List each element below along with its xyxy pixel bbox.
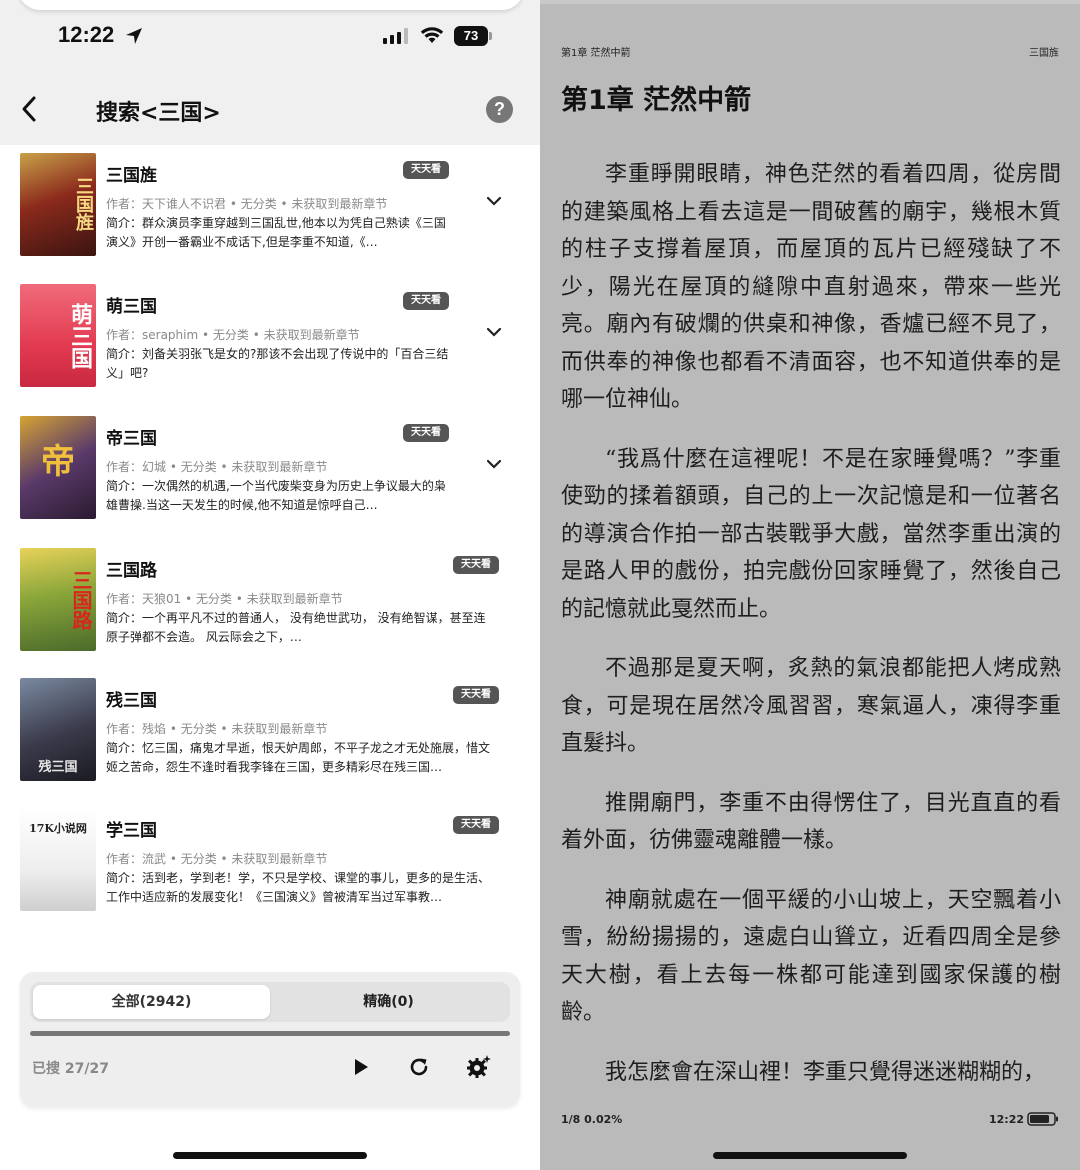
source-badge: 天天看 bbox=[453, 556, 499, 574]
location-arrow-icon bbox=[126, 28, 142, 44]
search-results-list: 三国旌 三国旌 天天看 作者：天下谁人不识君 • 无分类 • 未获取到最新章节 … bbox=[0, 145, 540, 943]
paragraph: 神廟就處在一個平緩的小山坡上，天空飄着小雪，紛紛揚揚的，遠處白山聳立，近看四周全… bbox=[561, 887, 1061, 1026]
chevron-down-icon[interactable] bbox=[485, 195, 503, 207]
book-cover: 帝 bbox=[20, 416, 96, 519]
wifi-icon bbox=[420, 27, 444, 43]
source-badge: 天天看 bbox=[403, 161, 449, 179]
book-cover: 残三国 bbox=[20, 678, 96, 781]
status-time: 12:22 bbox=[58, 22, 115, 47]
home-indicator bbox=[713, 1152, 907, 1159]
book-intro: 简介：一次偶然的机遇,一个当代废柴变身为历史上争议最大的枭雄曹操.当这一天发生的… bbox=[106, 479, 446, 512]
source-badge: 天天看 bbox=[403, 292, 449, 310]
book-title: 萌三国 bbox=[106, 297, 157, 317]
home-indicator bbox=[173, 1152, 367, 1159]
book-cover: 三国路 bbox=[20, 548, 96, 651]
paragraph: “我爲什麼在這裡呢！不是在家睡覺嗎？”李重使勁的揉着額頭，自己的上一次記憶是和一… bbox=[561, 446, 1061, 622]
battery-icon bbox=[1027, 1112, 1058, 1126]
cover-title: 帝 bbox=[41, 442, 75, 482]
book-meta: 作者：流武 • 无分类 • 未获取到最新章节 bbox=[106, 852, 328, 866]
cellular-signal-icon bbox=[383, 28, 408, 44]
tab-exact[interactable]: 精确(0) bbox=[270, 985, 507, 1019]
book-cover: 萌三国 bbox=[20, 284, 96, 387]
status-bar: 12:22 73 bbox=[0, 18, 540, 56]
paragraph: 李重睜開眼睛，神色茫然的看着四周，從房間的建築風格上看去這是一間破舊的廟宇，幾根… bbox=[561, 162, 1061, 412]
chevron-down-icon[interactable] bbox=[485, 458, 503, 470]
chevron-down-icon[interactable] bbox=[485, 326, 503, 338]
reader-screen: 第1章 茫然中箭 三国旌 第1章 茫然中箭 李重睜開眼睛，神色茫然的看着四周，從… bbox=[540, 0, 1080, 1170]
search-control-panel: 全部(2942) 精确(0) 已搜 27/27 bbox=[20, 972, 520, 1107]
book-meta: 作者：幻城 • 无分类 • 未获取到最新章节 bbox=[106, 460, 328, 474]
help-button[interactable]: ? bbox=[486, 96, 513, 123]
source-badge: 天天看 bbox=[403, 424, 449, 442]
footer-time: 12:22 bbox=[989, 1113, 1025, 1126]
cover-title: 残三国 bbox=[38, 760, 78, 775]
book-meta: 作者：天狼01 • 无分类 • 未获取到最新章节 bbox=[106, 592, 343, 606]
book-title: 三国旌 bbox=[106, 166, 157, 186]
search-progress-fill bbox=[30, 1031, 510, 1036]
book-meta: 作者：seraphim • 无分类 • 未获取到最新章节 bbox=[106, 328, 360, 342]
book-intro: 简介：刘备关羽张飞是女的?那该不会出现了传说中的「百合三结义」吧? bbox=[106, 347, 449, 380]
source-badge: 天天看 bbox=[453, 686, 499, 704]
book-item[interactable]: 三国旌 三国旌 天天看 作者：天下谁人不识君 • 无分类 • 未获取到最新章节 … bbox=[0, 145, 540, 263]
book-cover: 17K小说网 bbox=[20, 808, 96, 911]
chapter-title: 第1章 茫然中箭 bbox=[561, 85, 752, 116]
tab-all[interactable]: 全部(2942) bbox=[33, 985, 270, 1019]
reading-progress: 1/8 0.02% bbox=[561, 1113, 623, 1126]
book-intro: 简介：一个再平凡不过的普通人， 没有绝世武功， 没有绝智谋，甚至连原子弹都不会造… bbox=[106, 611, 486, 644]
book-meta: 作者：天下谁人不识君 • 无分类 • 未获取到最新章节 bbox=[106, 197, 388, 211]
cover-title: 三国路 bbox=[69, 570, 93, 630]
paragraph: 不過那是夏天啊，炙熱的氣浪都能把人烤成熟食，可是現在居然冷風習習，寒氣逼人，凍得… bbox=[561, 656, 1061, 756]
book-item[interactable]: 帝 帝三国 天天看 作者：幻城 • 无分类 • 未获取到最新章节 简介：一次偶然… bbox=[0, 408, 540, 526]
play-icon[interactable] bbox=[348, 1054, 374, 1080]
battery-tip bbox=[489, 32, 492, 40]
search-progress-bar bbox=[30, 1031, 510, 1036]
paragraph: 推開廟門，李重不由得愣住了，目光直直的看着外面，彷佛靈魂離體一樣。 bbox=[561, 790, 1061, 854]
book-intro: 简介：活到老，学到老！学，不只是学校、课堂的事儿，更多的是生活、工作中适应新的发… bbox=[106, 871, 491, 904]
back-chevron-icon[interactable] bbox=[18, 94, 42, 124]
book-item[interactable]: 三国路 三国路 天天看 作者：天狼01 • 无分类 • 未获取到最新章节 简介：… bbox=[0, 540, 540, 658]
book-title: 三国路 bbox=[106, 561, 157, 581]
reader-top-edge bbox=[540, 0, 1080, 4]
reader-content[interactable]: 李重睜開眼睛，神色茫然的看着四周，從房間的建築風格上看去這是一間破舊的廟宇，幾根… bbox=[561, 156, 1061, 1113]
cover-title: 三国旌 bbox=[73, 177, 94, 231]
book-intro: 简介：忆三国，痛鬼才早逝，恨天妒周郎，不平子龙之才无处施展，惜文姬之苦命，怨生不… bbox=[106, 741, 491, 774]
cover-title: 萌三国 bbox=[67, 302, 93, 369]
book-item[interactable]: 残三国 残三国 天天看 作者：残焰 • 无分类 • 未获取到最新章节 简介：忆三… bbox=[0, 670, 540, 788]
source-badge: 天天看 bbox=[453, 816, 499, 834]
settings-gear-icon[interactable] bbox=[466, 1054, 492, 1080]
book-meta: 作者：残焰 • 无分类 • 未获取到最新章节 bbox=[106, 722, 328, 736]
header-chapter-name: 第1章 茫然中箭 bbox=[561, 48, 631, 59]
book-title: 帝三国 bbox=[106, 429, 157, 449]
book-intro: 简介：群众演员李重穿越到三国乱世,他本以为凭自己熟读《三国演义》开创一番霸业不成… bbox=[106, 216, 446, 249]
header-book-name: 三国旌 bbox=[1029, 48, 1059, 59]
refresh-icon[interactable] bbox=[406, 1054, 432, 1080]
result-filter-tabs: 全部(2942) 精确(0) bbox=[30, 982, 510, 1022]
search-screen: 12:22 73 搜索<三国> ? 三国旌 三国旌 天天看 作者：天下谁人不识君… bbox=[0, 0, 540, 1170]
book-item[interactable]: 萌三国 萌三国 天天看 作者：seraphim • 无分类 • 未获取到最新章节… bbox=[0, 276, 540, 394]
page-title: 搜索<三国> bbox=[96, 101, 221, 126]
book-cover: 三国旌 bbox=[20, 153, 96, 256]
book-title: 残三国 bbox=[106, 691, 157, 711]
searched-count: 已搜 27/27 bbox=[32, 1061, 109, 1077]
paragraph: 我怎麼會在深山裡！李重只覺得迷迷糊糊的， bbox=[605, 1059, 1046, 1085]
book-title: 学三国 bbox=[106, 821, 157, 841]
book-item[interactable]: 17K小说网 学三国 天天看 作者：流武 • 无分类 • 未获取到最新章节 简介… bbox=[0, 800, 540, 918]
top-sheet-edge bbox=[18, 0, 524, 10]
cover-title: 17K小说网 bbox=[29, 822, 87, 835]
battery-level: 73 bbox=[454, 26, 488, 46]
battery-icon: 73 bbox=[454, 26, 494, 46]
